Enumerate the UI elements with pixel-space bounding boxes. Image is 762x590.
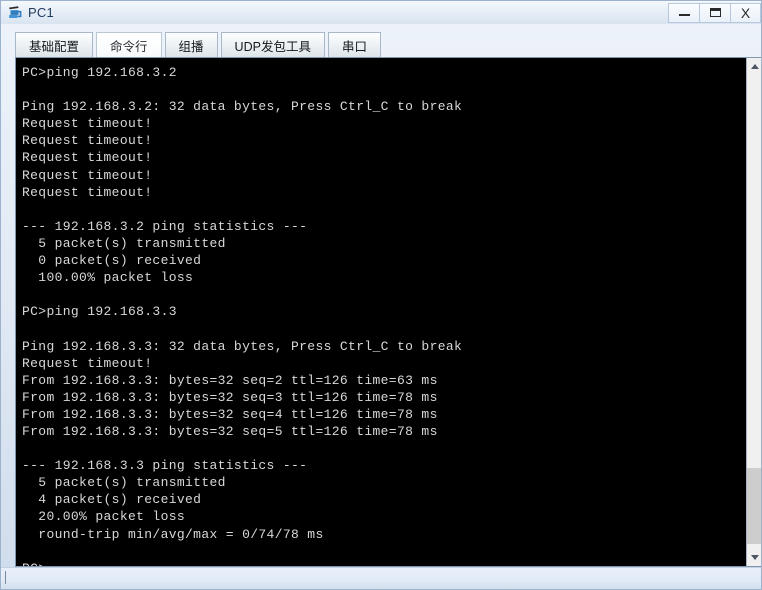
scrollbar-track[interactable] [747, 75, 761, 549]
tab-0[interactable]: 基础配置 [15, 32, 94, 57]
terminal-line: 20.00% packet loss [22, 509, 186, 525]
terminal-output[interactable]: PC>ping 192.168.3.2 Ping 192.168.3.2: 32… [16, 58, 746, 566]
terminal-scrollbar[interactable] [746, 58, 761, 566]
terminal-line: PC>ping 192.168.3.3 [22, 304, 177, 320]
window-controls: X [668, 2, 761, 23]
terminal-line: 5 packet(s) transmitted [22, 475, 226, 491]
status-bar [1, 567, 761, 589]
status-caret [5, 571, 6, 584]
terminal-line: --- 192.168.3.3 ping statistics --- [22, 458, 308, 474]
scroll-up-button[interactable] [747, 58, 761, 75]
pc1-window: PC1 X 基础配置 命令行 组播 UDP发包工具 串口 PC>ping 192.168… [0, 0, 762, 590]
terminal-line: PC>ping 192.168.3.2 [22, 65, 177, 80]
close-button[interactable]: X [730, 2, 761, 23]
tab-4[interactable]: 串口 [327, 32, 381, 57]
terminal-line: From 192.168.3.3: bytes=32 seq=4 ttl=126… [22, 406, 438, 422]
terminal-line: 0 packet(s) received [22, 253, 202, 269]
chevron-up-icon [751, 64, 759, 69]
terminal-line: Request timeout! [22, 133, 153, 149]
scroll-down-button[interactable] [747, 549, 761, 566]
terminal-line: Request timeout! [22, 184, 153, 200]
terminal-line: Ping 192.168.3.3: 32 data bytes, Press C… [22, 338, 463, 354]
pc-network-icon [6, 4, 24, 22]
command-line-panel: PC>ping 192.168.3.2 Ping 192.168.3.2: 32… [15, 57, 761, 567]
terminal-line: Ping 192.168.3.2: 32 data bytes, Press C… [22, 99, 463, 115]
minimize-icon [678, 14, 690, 16]
terminal-line: Request timeout! [22, 116, 153, 132]
terminal-line: Request timeout! [22, 355, 153, 371]
terminal-line: Request timeout! [22, 167, 153, 183]
tab-1[interactable]: 命令行 [96, 32, 162, 57]
chevron-down-icon [751, 555, 759, 560]
terminal-line: From 192.168.3.3: bytes=32 seq=2 ttl=126… [22, 372, 438, 388]
maximize-button[interactable] [699, 2, 730, 23]
terminal-line: PC> [22, 560, 746, 566]
maximize-icon [709, 8, 721, 17]
terminal-line: 5 packet(s) transmitted [22, 235, 226, 251]
terminal-line: --- 192.168.3.2 ping statistics --- [22, 218, 308, 234]
tab-3[interactable]: UDP发包工具 [220, 32, 325, 57]
scrollbar-thumb[interactable] [747, 468, 761, 545]
tab-bar: 基础配置 命令行 组播 UDP发包工具 串口 [15, 31, 384, 57]
window-title: PC1 [28, 5, 54, 20]
terminal-line: From 192.168.3.3: bytes=32 seq=5 ttl=126… [22, 423, 438, 439]
tab-2[interactable]: 组播 [164, 32, 218, 57]
terminal-line: 100.00% packet loss [22, 270, 194, 286]
minimize-button[interactable] [668, 2, 699, 23]
title-bar: PC1 X [1, 1, 761, 24]
terminal-line: 4 packet(s) received [22, 492, 202, 508]
close-icon: X [740, 4, 751, 21]
terminal-line: From 192.168.3.3: bytes=32 seq=3 ttl=126… [22, 389, 438, 405]
terminal-line: round-trip min/avg/max = 0/74/78 ms [22, 526, 324, 542]
terminal-line: Request timeout! [22, 150, 153, 166]
